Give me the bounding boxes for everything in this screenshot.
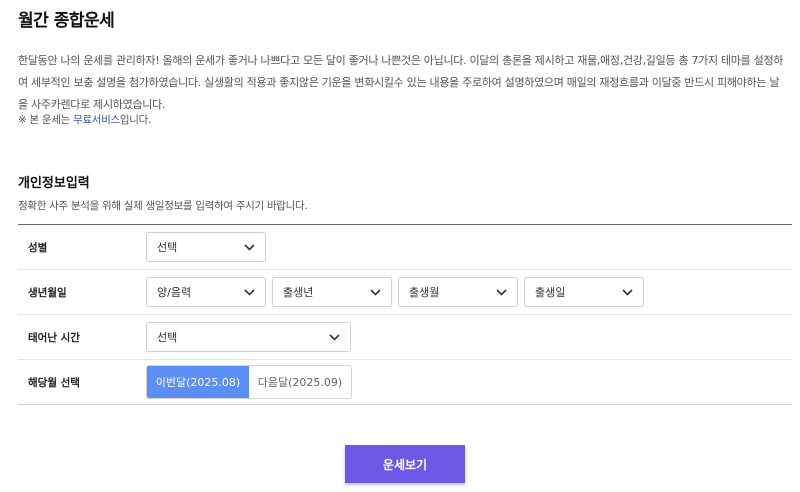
note-suffix: 입니다. xyxy=(119,114,151,126)
calendar-type-select[interactable]: 양/음력 xyxy=(146,277,266,307)
gender-label: 성별 xyxy=(28,241,48,254)
birth-time-value: 선택 xyxy=(157,331,178,344)
birth-month-select[interactable]: 출생월 xyxy=(398,277,518,307)
birth-year-select[interactable]: 출생년 xyxy=(272,277,392,307)
chevron-down-icon xyxy=(369,286,381,298)
tab-next-month[interactable]: 다음달(2025.09) xyxy=(249,366,351,398)
birthdate-row: 생년월일 양/음력 출생년 출생월 출생일 xyxy=(18,270,792,315)
birth-day-select[interactable]: 출생일 xyxy=(524,277,644,307)
section-title: 개인정보입력 xyxy=(18,176,90,191)
month-select-row: 해당월 선택 이번달(2025.08) 다음달(2025.09) xyxy=(18,360,792,404)
chevron-down-icon xyxy=(243,241,255,253)
birth-month-value: 출생월 xyxy=(409,286,440,299)
chevron-down-icon xyxy=(495,286,507,298)
section-description: 정확한 사주 분석을 위해 실제 생일정보를 입력하여 주시기 바랍니다. xyxy=(18,200,308,212)
gender-row: 성별 선택 xyxy=(18,225,792,270)
month-select-label: 해당월 선택 xyxy=(28,376,80,389)
birthdate-label: 생년월일 xyxy=(28,286,67,299)
intro-text: 한달동안 나의 운세를 관리하자! 올해의 운세가 좋거나 나쁘다고 모든 달이… xyxy=(18,54,784,111)
month-tabs: 이번달(2025.08) 다음달(2025.09) xyxy=(146,365,352,399)
chevron-down-icon xyxy=(621,286,633,298)
personal-info-form: 성별 선택 생년월일 양/음력 출생년 출생월 출생일 태어난 시간 선택 해당… xyxy=(18,224,792,405)
chevron-down-icon xyxy=(243,286,255,298)
page-title: 월간 종합운세 xyxy=(18,11,115,31)
free-service-note: ※ 본 운세는 무료서비스입니다. xyxy=(18,112,151,127)
note-prefix: ※ 본 운세는 xyxy=(18,114,74,126)
birth-time-select[interactable]: 선택 xyxy=(146,322,351,352)
tab-this-month[interactable]: 이번달(2025.08) xyxy=(147,366,249,398)
view-fortune-button[interactable]: 운세보기 xyxy=(345,445,465,483)
birth-year-value: 출생년 xyxy=(283,286,314,299)
free-service-link[interactable]: 무료서비스 xyxy=(73,114,120,126)
birth-time-row: 태어난 시간 선택 xyxy=(18,315,792,360)
gender-select-value: 선택 xyxy=(157,241,178,254)
calendar-type-value: 양/음력 xyxy=(157,286,192,299)
chevron-down-icon xyxy=(328,331,340,343)
gender-select[interactable]: 선택 xyxy=(146,232,266,262)
birth-day-value: 출생일 xyxy=(535,286,566,299)
birth-time-label: 태어난 시간 xyxy=(28,331,80,344)
